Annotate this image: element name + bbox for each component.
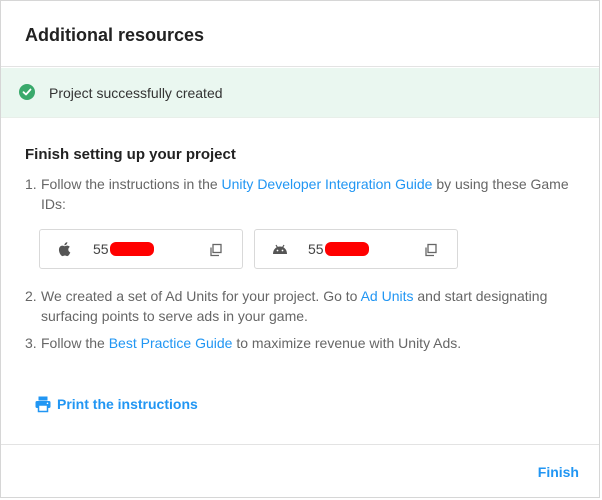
additional-resources-dialog: Additional resources Project successfull…: [0, 0, 600, 498]
section-title: Finish setting up your project: [25, 146, 236, 163]
step-number: 3.: [25, 335, 37, 351]
finish-button[interactable]: Finish: [538, 464, 579, 480]
step-1: 1. Follow the instructions in the Unity …: [25, 174, 585, 214]
step-text: We created a set of Ad Units for your pr…: [41, 288, 361, 304]
dialog-footer: Finish: [1, 444, 599, 500]
game-id-value: 55: [308, 241, 324, 257]
step-3: 3. Follow the Best Practice Guide to max…: [25, 333, 585, 353]
dialog-title: Additional resources: [25, 25, 205, 45]
step-2: 2. We created a set of Ad Units for your…: [25, 286, 585, 326]
step-number: 2.: [25, 288, 37, 304]
unity-developer-integration-guide-link[interactable]: Unity Developer Integration Guide: [222, 176, 433, 192]
android-icon: [273, 244, 287, 254]
redaction-mark: [325, 242, 369, 256]
copy-icon[interactable]: [208, 242, 224, 258]
step-number: 1.: [25, 176, 37, 192]
success-banner: Project successfully created: [1, 68, 599, 118]
game-id-value: 55: [93, 241, 109, 257]
step-text: Follow the instructions in the: [41, 176, 222, 192]
step-text: Follow the: [41, 335, 109, 351]
check-circle-icon: [19, 84, 35, 100]
redaction-mark: [110, 242, 154, 256]
ad-units-link[interactable]: Ad Units: [361, 288, 414, 304]
step-text: to maximize revenue with Unity Ads.: [232, 335, 462, 351]
success-message: Project successfully created: [49, 85, 223, 101]
print-instructions-label: Print the instructions: [57, 396, 198, 412]
best-practice-guide-link[interactable]: Best Practice Guide: [109, 335, 233, 351]
android-game-id-field: 55: [254, 229, 458, 269]
apple-icon: [58, 242, 71, 257]
ios-game-id-field: 55: [39, 229, 243, 269]
printer-icon: [35, 396, 51, 413]
dialog-header: Additional resources: [1, 1, 599, 67]
copy-icon[interactable]: [423, 242, 439, 258]
